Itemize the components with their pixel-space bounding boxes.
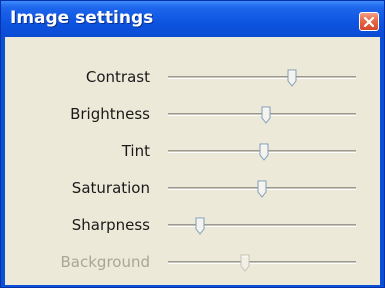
slider-row-brightness: Brightness [5,99,380,129]
title-bar[interactable]: Image settings [1,1,384,37]
slider-label: Sharpness [71,216,150,234]
slider-thumb[interactable] [259,143,269,161]
slider-label: Brightness [70,105,150,123]
window-title: Image settings [10,8,154,28]
tint-slider[interactable] [168,143,356,161]
brightness-slider[interactable] [168,106,356,124]
saturation-slider[interactable] [168,180,356,198]
image-settings-window: Image settings Contrast Brightness Tint [0,0,385,288]
slider-row-saturation: Saturation [5,173,380,203]
background-slider [168,254,356,272]
slider-label: Tint [121,142,150,160]
slider-thumb[interactable] [287,69,297,87]
slider-label: Background [60,253,151,271]
slider-row-sharpness: Sharpness [5,210,380,240]
slider-label: Contrast [85,68,150,86]
slider-label: Saturation [71,179,150,197]
contrast-slider[interactable] [168,69,356,87]
slider-row-tint: Tint [5,136,380,166]
close-button[interactable] [359,12,379,31]
settings-panel: Contrast Brightness Tint Saturation Shar… [5,37,380,285]
slider-row-contrast: Contrast [5,62,380,92]
slider-thumb[interactable] [261,106,271,124]
slider-thumb [240,254,250,272]
close-icon [363,16,375,27]
slider-thumb[interactable] [257,180,267,198]
sharpness-slider[interactable] [168,217,356,235]
slider-thumb[interactable] [195,217,205,235]
slider-row-background: Background [5,247,380,277]
